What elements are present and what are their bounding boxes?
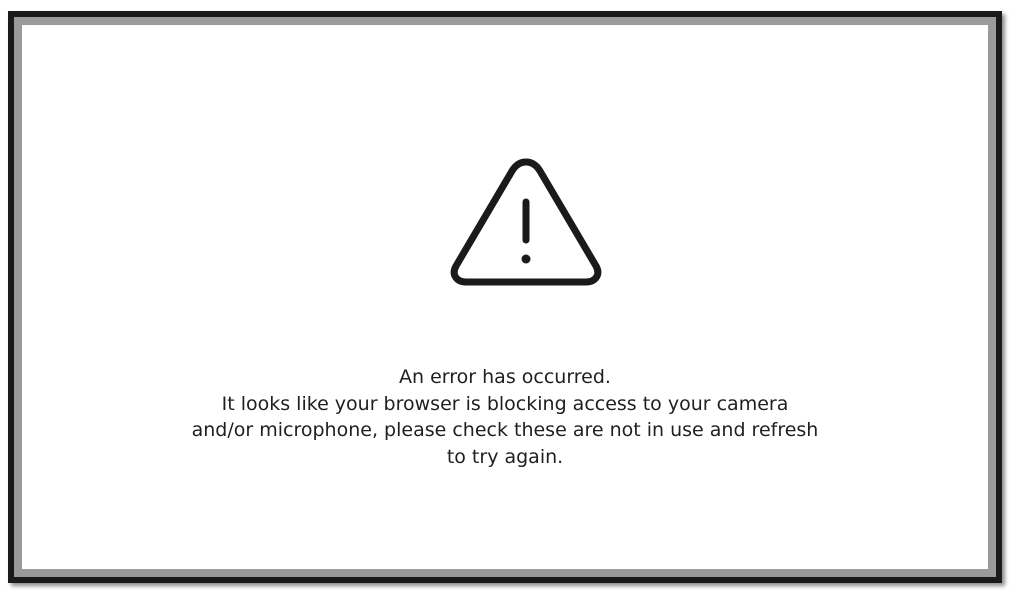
- error-detail-line-3: to try again.: [446, 445, 564, 468]
- warning-triangle-icon: [450, 158, 602, 286]
- error-detail-line-2: and/or microphone, please check these ar…: [191, 419, 819, 441]
- error-panel: An error has occurred. It looks like you…: [22, 25, 988, 569]
- error-title: An error has occurred.: [399, 366, 611, 388]
- error-message: An error has occurred. It looks like you…: [22, 364, 988, 470]
- error-dialog-frame: An error has occurred. It looks like you…: [8, 11, 1002, 583]
- error-detail-line-1: It looks like your browser is blocking a…: [221, 392, 789, 415]
